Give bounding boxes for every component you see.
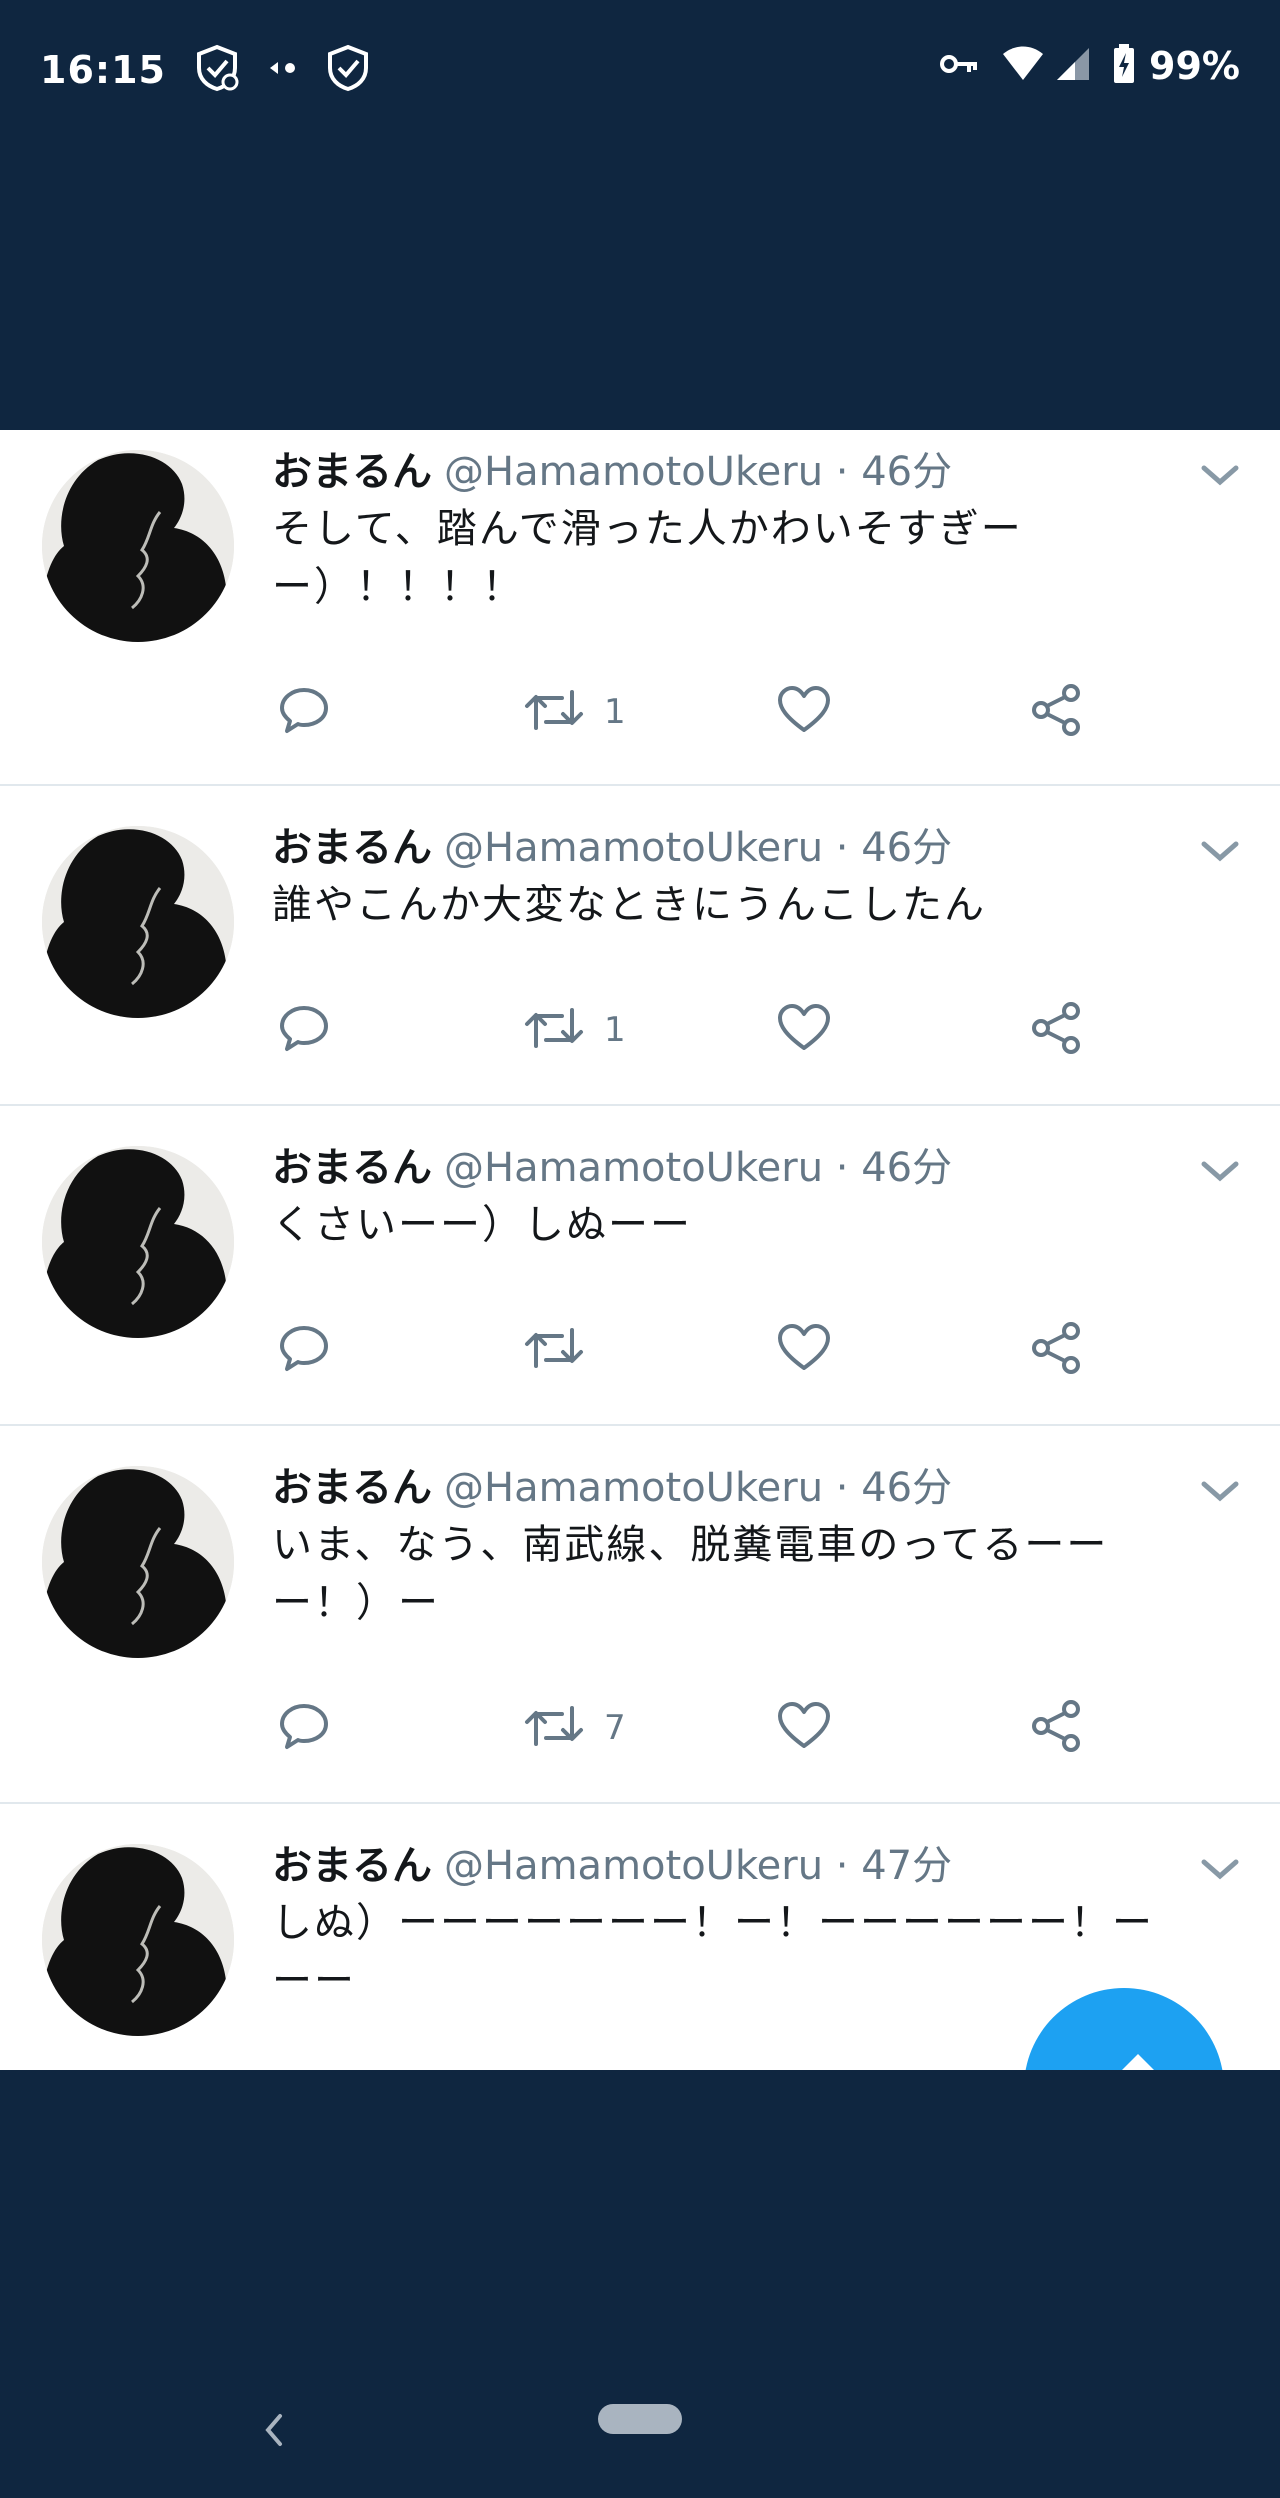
battery-charging-icon: [1113, 44, 1135, 88]
display-name[interactable]: おまるん: [272, 1465, 432, 1511]
home-pill[interactable]: [598, 2404, 682, 2434]
avatar[interactable]: [42, 826, 234, 1018]
display-name[interactable]: おまるん: [272, 1145, 432, 1191]
shield-sync-icon: [194, 44, 240, 96]
like-icon: [776, 684, 832, 740]
share-button[interactable]: [1028, 1698, 1084, 1758]
tweet-actions: 1: [272, 682, 1172, 742]
retweet-count: 1: [604, 692, 626, 732]
share-button[interactable]: [1028, 1320, 1084, 1380]
tweet-text-line: ー！）ー: [272, 1580, 440, 1626]
retweet-button[interactable]: 1: [524, 1000, 626, 1060]
vpn-key-icon: [939, 53, 979, 79]
tweet[interactable]: おまるん @HamamotoUkeru · 46分 誰やこんか大変なときにうんこし…: [0, 786, 1280, 1106]
data-saver-icon: [268, 58, 298, 82]
signal-icon: [1055, 46, 1091, 86]
retweet-button[interactable]: 1: [524, 682, 626, 742]
reply-icon: [278, 1700, 330, 1756]
tweet-text-line: しぬ）ーーーーーーー！ー！ーーーーーー！ー: [272, 1900, 1154, 1946]
like-button[interactable]: [776, 682, 832, 742]
avatar[interactable]: [42, 1844, 234, 2036]
tweet-text-line: ー）！！！！: [272, 564, 524, 610]
retweet-icon: [524, 684, 584, 740]
handle-and-time[interactable]: @HamamotoUkeru · 47分: [444, 1843, 952, 1889]
tweet[interactable]: おまるん @HamamotoUkeru · 46分 いま、なう、南武線、脱糞電車の…: [0, 1426, 1280, 1804]
share-icon: [1028, 1698, 1084, 1758]
reply-button[interactable]: [278, 1698, 330, 1758]
reply-icon: [278, 1002, 330, 1058]
caret-down-icon[interactable]: [1200, 1858, 1240, 1886]
navigation-bar: [0, 2360, 1280, 2498]
avatar[interactable]: [42, 450, 234, 642]
retweet-count: 1: [604, 1010, 626, 1050]
handle-and-time[interactable]: @HamamotoUkeru · 46分: [444, 449, 952, 495]
tweet-text-line: ーー: [272, 1958, 356, 2004]
tweet-actions: 7: [272, 1698, 1172, 1758]
shield-check-icon: [326, 44, 370, 96]
like-icon: [776, 1700, 832, 1756]
handle-and-time[interactable]: @HamamotoUkeru · 46分: [444, 825, 952, 871]
handle-and-time[interactable]: @HamamotoUkeru · 46分: [444, 1145, 952, 1191]
retweet-icon: [524, 1700, 584, 1756]
tweet-text-line: くさいーー）しぬーー: [272, 1202, 692, 1248]
tweet[interactable]: おまるん @HamamotoUkeru · 46分 そして、踏んで滑った人かわいそ…: [0, 430, 1280, 786]
retweet-icon: [524, 1002, 584, 1058]
tweet[interactable]: おまるん @HamamotoUkeru · 46分 くさいーー）しぬーー: [0, 1106, 1280, 1426]
reply-button[interactable]: [278, 682, 330, 742]
battery-percentage: 99%: [1149, 44, 1240, 88]
back-chevron-icon[interactable]: [262, 2412, 286, 2452]
caret-down-icon[interactable]: [1200, 840, 1240, 868]
tweet-text-line: 誰やこんか大変なときにうんこしたん: [272, 882, 986, 928]
compose-icon: [1090, 2048, 1160, 2070]
display-name[interactable]: おまるん: [272, 825, 432, 871]
tweet-text-line: そして、踏んで滑った人かわいそすぎー: [272, 506, 1023, 552]
like-button[interactable]: [776, 1320, 832, 1380]
tweet-text-line: いま、なう、南武線、脱糞電車のってるーー: [272, 1522, 1109, 1568]
retweet-count: 7: [604, 1708, 626, 1748]
share-icon: [1028, 1320, 1084, 1380]
tweet-feed[interactable]: おまるん @HamamotoUkeru · 46分 そして、踏んで滑った人かわいそ…: [0, 430, 1280, 2070]
tweet-actions: 1: [272, 1000, 1172, 1060]
handle-and-time[interactable]: @HamamotoUkeru · 46分: [444, 1465, 952, 1511]
reply-icon: [278, 1322, 330, 1378]
retweet-button[interactable]: [524, 1320, 604, 1380]
caret-down-icon[interactable]: [1200, 464, 1240, 492]
like-button[interactable]: [776, 1698, 832, 1758]
status-time: 16:15: [40, 48, 166, 92]
like-icon: [776, 1322, 832, 1378]
reply-icon: [278, 684, 330, 740]
caret-down-icon[interactable]: [1200, 1480, 1240, 1508]
tweet-actions: [272, 1320, 1172, 1380]
like-icon: [776, 1002, 832, 1058]
display-name[interactable]: おまるん: [272, 1843, 432, 1889]
like-button[interactable]: [776, 1000, 832, 1060]
reply-button[interactable]: [278, 1320, 330, 1380]
share-button[interactable]: [1028, 1000, 1084, 1060]
avatar[interactable]: [42, 1146, 234, 1338]
avatar[interactable]: [42, 1466, 234, 1658]
display-name[interactable]: おまるん: [272, 449, 432, 495]
share-button[interactable]: [1028, 682, 1084, 742]
reply-button[interactable]: [278, 1000, 330, 1060]
share-icon: [1028, 682, 1084, 742]
retweet-button[interactable]: 7: [524, 1698, 626, 1758]
status-bar: 16:15 99%: [0, 0, 1280, 140]
share-icon: [1028, 1000, 1084, 1060]
retweet-icon: [524, 1322, 584, 1378]
caret-down-icon[interactable]: [1200, 1160, 1240, 1188]
wifi-icon: [1001, 46, 1045, 86]
